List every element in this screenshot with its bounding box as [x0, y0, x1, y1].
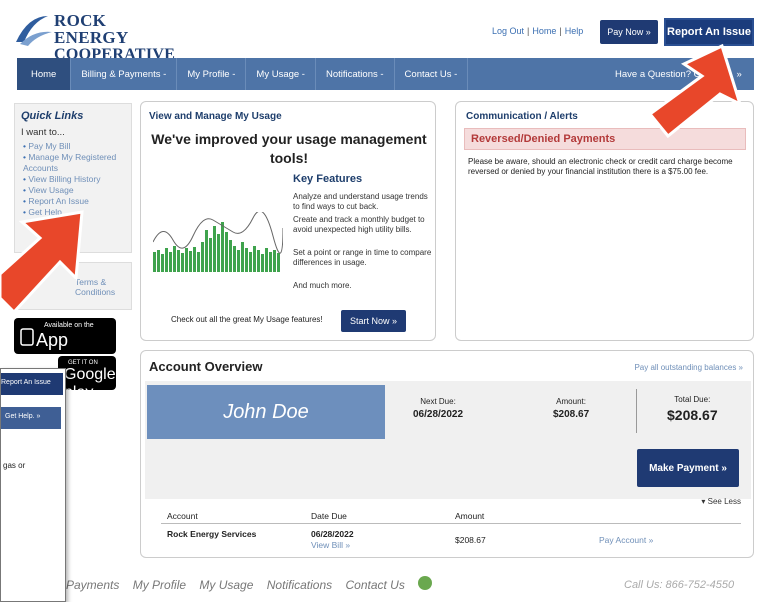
alerts-panel-title: Communication / Alerts: [466, 111, 578, 122]
inset-text: gas or: [3, 461, 26, 470]
row-amount: $208.67: [455, 535, 486, 545]
home-link[interactable]: Home: [532, 26, 556, 36]
logo-swoosh-icon: [16, 16, 52, 46]
brand-line-1: ROCK ENERGY: [54, 11, 129, 47]
red-arrow-icon: [647, 43, 743, 139]
nav-notifications[interactable]: Notifications -: [316, 58, 395, 90]
red-arrow-icon: [0, 210, 84, 315]
footer-notifications[interactable]: Notifications: [267, 578, 332, 592]
call-us-text: Call Us: 866-752-4550: [624, 579, 735, 591]
quick-link-pay-bill[interactable]: Pay My Bill: [23, 141, 131, 152]
amount-value: $208.67: [553, 409, 590, 420]
total-due-value: $208.67: [667, 407, 718, 423]
quick-link-manage-accounts[interactable]: Manage My Registered Accounts: [23, 152, 131, 174]
google-play-big: Google play: [64, 366, 116, 401]
account-holder-name: John Doe: [147, 385, 385, 439]
amount-label: Amount:: [556, 397, 586, 406]
alert-text: Please be aware, should an electronic ch…: [468, 157, 733, 176]
row-date-due: 06/28/2022: [311, 529, 354, 539]
total-due-label: Total Due:: [674, 395, 711, 404]
feature-2: Create and track a monthly budget to avo…: [293, 215, 425, 234]
quick-link-report-issue[interactable]: Report An Issue: [23, 196, 131, 207]
footer-my-usage[interactable]: My Usage: [199, 578, 253, 592]
footer-my-profile[interactable]: My Profile: [133, 578, 186, 592]
usage-panel: View and Manage My Usage We've improved …: [140, 101, 436, 341]
table-divider: [161, 523, 741, 524]
next-due-value: 06/28/2022: [413, 409, 464, 420]
quick-link-billing-history[interactable]: View Billing History: [23, 174, 131, 185]
table-header-date: Date Due: [311, 511, 347, 521]
feature-4: And much more.: [293, 281, 352, 290]
google-play-badge[interactable]: GET IT ON Google play: [58, 356, 116, 401]
nav-my-profile[interactable]: My Profile -: [177, 58, 247, 90]
usage-panel-title: View and Manage My Usage: [149, 111, 282, 122]
account-overview-panel: Account Overview Pay all outstanding bal…: [140, 350, 754, 558]
usage-checkout-text: Check out all the great My Usage feature…: [171, 315, 323, 324]
next-due-column: Next Due: 06/28/2022: [413, 397, 463, 420]
quick-link-view-usage[interactable]: View Usage: [23, 185, 131, 196]
account-overview-title: Account Overview: [149, 359, 263, 374]
logout-link[interactable]: Log Out: [492, 26, 524, 36]
nav-home[interactable]: Home: [17, 58, 72, 90]
table-header-account: Account: [167, 511, 198, 521]
nav-billing-payments[interactable]: Billing & Payments -: [71, 58, 178, 90]
usage-headline: We've improved your usage management too…: [151, 131, 427, 166]
start-now-button[interactable]: Start Now »: [341, 310, 406, 332]
feature-1: Analyze and understand usage trends to f…: [293, 192, 428, 211]
make-payment-button[interactable]: Make Payment »: [637, 449, 739, 487]
table-header-amount: Amount: [455, 511, 485, 521]
pay-account-link[interactable]: Pay Account »: [599, 535, 653, 545]
apple-icon: [20, 328, 34, 346]
help-link[interactable]: Help: [565, 26, 584, 36]
usage-chart-graphic: [153, 212, 283, 272]
footer-payments[interactable]: Payments: [66, 578, 119, 592]
inset-report-issue[interactable]: Report An Issue: [1, 373, 63, 395]
nav-my-usage[interactable]: My Usage -: [246, 58, 316, 90]
view-bill-link[interactable]: View Bill »: [311, 540, 350, 550]
total-due-column: Total Due: $208.67: [667, 395, 718, 423]
amount-column: Amount: $208.67: [553, 397, 589, 420]
top-links: Log Out | Home | Help: [492, 26, 584, 36]
nav-contact-us[interactable]: Contact Us -: [395, 58, 469, 90]
pay-all-balances-link[interactable]: Pay all outstanding balances »: [634, 363, 743, 372]
inset-get-help[interactable]: Get Help. »: [1, 407, 61, 429]
quick-links-title: Quick Links: [21, 110, 84, 122]
footer-contact-us[interactable]: Contact Us: [345, 578, 404, 592]
next-due-label: Next Due:: [420, 397, 456, 406]
app-store-badge[interactable]: Available on the App Store: [14, 318, 116, 371]
quick-links-subtitle: I want to...: [21, 127, 65, 138]
mobile-inset: Report An Issue Get Help. » gas or: [0, 368, 66, 602]
company-logo[interactable]: ROCK ENERGY COOPERATIVE: [14, 8, 184, 63]
green-circle-icon: [418, 576, 432, 590]
key-features-title: Key Features: [293, 173, 363, 185]
feature-3: Set a point or range in time to compare …: [293, 248, 432, 267]
footer-links: Payments My Profile My Usage Notificatio…: [66, 578, 415, 592]
see-less-toggle[interactable]: ▾ See Less: [701, 497, 741, 506]
row-account-name: Rock Energy Services: [167, 529, 257, 539]
app-store-small: Available on the: [44, 322, 94, 329]
divider: [636, 389, 637, 433]
